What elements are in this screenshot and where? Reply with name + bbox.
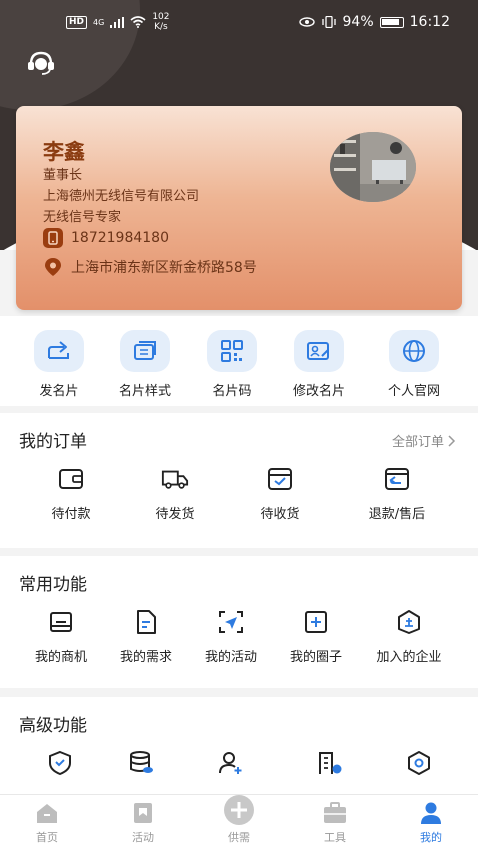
advanced-item[interactable] [181, 749, 281, 777]
common-functions-section: 常用功能 我的商机 我的需求 我的活动 我的圈子 加入的企业 [0, 556, 478, 688]
advanced-functions-section: 高级功能 [0, 697, 478, 794]
chevron-right-icon [448, 434, 456, 447]
quick-action-card-code[interactable]: 名片码 [187, 330, 277, 399]
briefcase-icon [295, 801, 375, 825]
signal-icon [110, 16, 125, 28]
hd-badge: HD [66, 15, 88, 29]
tab-home[interactable]: 首页 [7, 801, 87, 845]
send-icon [217, 608, 245, 636]
quick-action-label: 名片码 [212, 384, 252, 399]
wifi-icon [130, 16, 146, 28]
customer-service-icon[interactable] [26, 50, 56, 76]
person-icon [391, 801, 471, 825]
add-user-icon [217, 749, 245, 777]
card-address-row[interactable]: 上海市浦东新区新金桥路58号 [43, 257, 257, 277]
section-title: 高级功能 [19, 716, 87, 736]
advanced-item[interactable] [369, 749, 469, 777]
shield-check-icon [46, 749, 74, 777]
truck-icon [161, 465, 189, 493]
vibrate-icon [321, 16, 336, 28]
all-orders-link[interactable]: 全部订单 [392, 431, 456, 450]
building-icon [316, 749, 344, 777]
tab-supply-demand[interactable]: 供需 [199, 795, 279, 845]
card-title: 董事长 [43, 168, 83, 183]
share-icon [34, 330, 84, 372]
globe-icon [389, 330, 439, 372]
card-style-icon [120, 330, 170, 372]
battery-percent: 94% [342, 14, 374, 30]
edit-card-icon [294, 330, 344, 372]
advanced-item[interactable] [280, 749, 380, 777]
tab-tools[interactable]: 工具 [295, 801, 375, 845]
quick-action-edit-card[interactable]: 修改名片 [274, 330, 364, 399]
order-pending-receipt[interactable]: 待收货 [230, 465, 330, 522]
tab-mine[interactable]: 我的 [391, 801, 471, 845]
card-role: 无线信号专家 [43, 210, 122, 225]
clock: 16:12 [409, 14, 450, 30]
quick-action-personal-site[interactable]: 个人官网 [369, 330, 459, 399]
plus-circle-icon [199, 795, 279, 825]
advanced-item[interactable] [91, 749, 191, 777]
card-name: 李鑫 [43, 140, 85, 164]
home-icon [7, 801, 87, 825]
tab-activities[interactable]: 活动 [103, 801, 183, 845]
order-pending-shipment[interactable]: 待发货 [125, 465, 225, 522]
quick-action-label: 发名片 [39, 384, 79, 399]
order-pending-payment[interactable]: 待付款 [21, 465, 121, 522]
inbox-icon [47, 608, 75, 636]
hexagon-icon [405, 749, 433, 777]
common-joined-enterprises[interactable]: 加入的企业 [359, 608, 459, 665]
business-card[interactable]: 李鑫 董事长 上海德州无线信号有限公司 无线信号专家 18721984180 上… [16, 106, 462, 310]
quick-actions: 发名片 名片样式 名片码 修改名片 个人官网 [0, 316, 478, 406]
phone-icon [43, 228, 63, 248]
bookmark-icon [103, 801, 183, 825]
bottom-tab-bar: 首页 活动 供需 工具 我的 [0, 794, 478, 850]
database-icon [127, 749, 155, 777]
plus-square-icon [302, 608, 330, 636]
quick-action-label: 个人官网 [387, 384, 440, 399]
orders-section: 我的订单 全部订单 待付款 待发货 待收货 退款/售后 [0, 413, 478, 548]
eye-icon [298, 17, 315, 27]
quick-action-label: 修改名片 [292, 384, 345, 399]
card-address: 上海市浦东新区新金桥路58号 [71, 260, 257, 276]
box-check-icon [266, 465, 294, 493]
quick-action-send-card[interactable]: 发名片 [14, 330, 104, 399]
quick-action-label: 名片样式 [118, 384, 171, 399]
common-my-circles[interactable]: 我的圈子 [266, 608, 366, 665]
qr-code-icon [207, 330, 257, 372]
network-speed: 102 K/s [152, 12, 170, 32]
battery-icon [379, 16, 404, 28]
location-pin-icon [45, 258, 61, 276]
enterprise-icon [395, 608, 423, 636]
section-title: 我的订单 [19, 432, 87, 452]
card-phone-row[interactable]: 18721984180 [43, 228, 169, 248]
wallet-icon [57, 465, 85, 493]
section-title: 常用功能 [19, 575, 87, 595]
status-bar: HD 4G 102 K/s 94% 16:12 [0, 0, 478, 44]
quick-action-card-style[interactable]: 名片样式 [100, 330, 190, 399]
card-phone: 18721984180 [71, 230, 169, 246]
card-company: 上海德州无线信号有限公司 [43, 189, 200, 204]
avatar[interactable] [330, 132, 416, 202]
order-refund[interactable]: 退款/售后 [347, 465, 447, 522]
network-type: 4G [93, 17, 105, 27]
document-icon [132, 608, 160, 636]
refund-icon [383, 465, 411, 493]
